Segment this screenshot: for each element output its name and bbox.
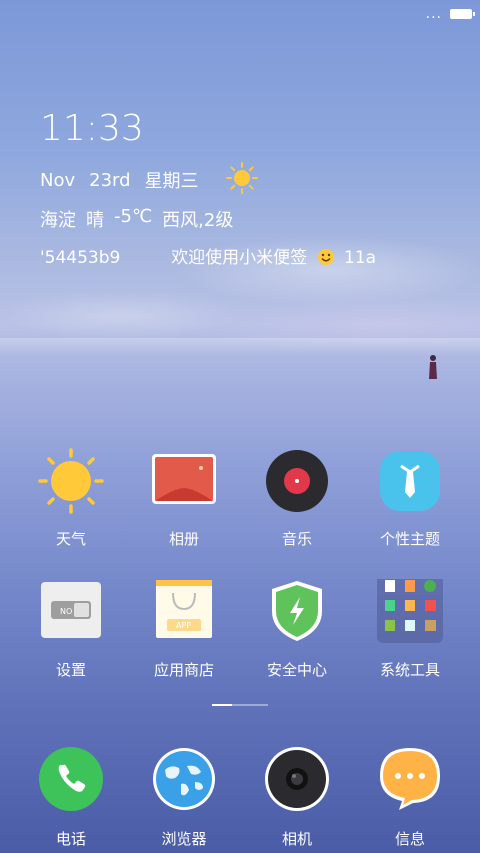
app-badge-text: APP	[176, 621, 191, 630]
app-settings[interactable]: NO 设置	[16, 579, 126, 680]
app-label: 音乐	[281, 530, 312, 548]
status-bar: ...	[425, 6, 475, 22]
weather-condition: 晴	[86, 210, 104, 231]
date-day: 23rd	[89, 169, 131, 191]
app-gallery[interactable]: 相册	[129, 448, 239, 549]
ticker-message: 欢迎使用小米便签	[171, 248, 308, 268]
ticker-left-text: '54453b9	[40, 248, 121, 268]
app-themes[interactable]: 个性主题	[355, 448, 465, 549]
toggle-text: NO	[60, 607, 72, 616]
wallpaper-figure	[429, 355, 437, 379]
dock-phone[interactable]: 电话	[16, 746, 126, 849]
browser-globe-icon	[153, 748, 215, 810]
date-month: Nov	[40, 169, 76, 191]
app-system-tools-folder[interactable]: 系统工具	[355, 573, 465, 680]
camera-icon	[265, 747, 329, 811]
page-indicator-active	[212, 704, 232, 706]
music-icon	[266, 450, 328, 512]
clock-date[interactable]: Nov 23rd 星期三	[40, 167, 199, 193]
notes-ticker[interactable]: '54453b9 欢迎使用小米便签 11a(	[40, 243, 375, 269]
sun-icon	[226, 162, 258, 194]
wallpaper-horizon	[0, 338, 480, 356]
system-tools-folder-icon	[377, 573, 443, 643]
app-label: 设置	[55, 661, 86, 679]
app-security[interactable]: 安全中心	[242, 579, 352, 680]
messages-icon	[380, 748, 440, 810]
app-label: 相机	[281, 830, 312, 848]
app-label: 天气	[55, 530, 86, 548]
dock-browser[interactable]: 浏览器	[129, 746, 239, 849]
themes-icon	[380, 451, 440, 511]
status-more-dots: ...	[425, 6, 442, 22]
phone-icon	[39, 747, 103, 811]
app-store-icon: APP	[156, 580, 212, 638]
app-label: 浏览器	[161, 830, 207, 848]
settings-toggle-icon: NO	[41, 582, 101, 638]
battery-icon	[450, 9, 475, 19]
dock-camera[interactable]: 相机	[242, 746, 352, 849]
weather-line[interactable]: 海淀 晴 -5℃ 西风,2级	[40, 206, 233, 232]
app-music[interactable]: 音乐	[242, 448, 352, 549]
smiley-icon	[317, 249, 334, 265]
app-label: 系统工具	[379, 661, 440, 679]
ticker-right-text: 11a(	[344, 248, 375, 268]
weather-wind: 西风,2级	[162, 210, 234, 231]
weather-temperature: -5℃	[114, 206, 153, 227]
weather-sun-icon	[38, 448, 104, 514]
app-label: 安全中心	[266, 661, 327, 679]
page-indicator[interactable]	[212, 704, 268, 706]
gallery-icon	[152, 454, 216, 504]
app-label: 应用商店	[153, 661, 214, 679]
weather-district: 海淀	[40, 210, 76, 231]
dock-messages[interactable]: 信息	[355, 746, 465, 849]
app-label: 信息	[394, 830, 425, 848]
app-weather[interactable]: 天气	[16, 448, 126, 549]
app-label: 个性主题	[379, 530, 440, 548]
clock-time[interactable]: 11:33	[40, 108, 144, 149]
app-label: 相册	[168, 530, 199, 548]
security-shield-icon	[272, 581, 322, 641]
app-store[interactable]: APP 应用商店	[129, 579, 239, 680]
date-weekday: 星期三	[144, 171, 199, 192]
app-label: 电话	[55, 830, 86, 848]
